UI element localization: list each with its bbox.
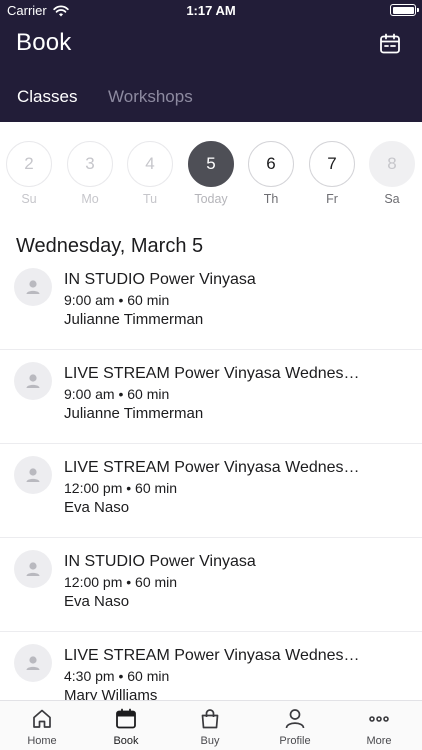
class-name: IN STUDIO Power Vinyasa — [64, 271, 256, 288]
day-tuesday[interactable]: 4 Tu — [126, 141, 174, 206]
person-placeholder-icon — [26, 280, 40, 294]
bag-icon — [201, 709, 219, 729]
class-name: LIVE STREAM Power Vinyasa Wednes… — [64, 647, 360, 664]
tab-label: More — [366, 735, 392, 747]
person-placeholder-icon — [26, 562, 40, 576]
tab-home[interactable]: Home — [0, 707, 84, 747]
class-name: LIVE STREAM Power Vinyasa Wednes… — [64, 459, 360, 476]
day-number: 5 — [188, 141, 234, 187]
day-saturday[interactable]: 8 Sa — [368, 141, 416, 206]
tab-label: Home — [27, 735, 57, 747]
status-bar: Carrier 1:17 AM — [0, 0, 422, 20]
tab-book[interactable]: Book — [84, 707, 168, 747]
class-teacher: Julianne Timmerman — [64, 405, 204, 422]
more-icon — [369, 716, 389, 722]
day-label: Su — [21, 192, 37, 206]
day-monday[interactable]: 3 Mo — [66, 141, 114, 206]
bottom-tab-bar: Home Book Buy Profile More — [0, 700, 422, 750]
avatar — [14, 644, 52, 682]
class-teacher: Eva Naso — [64, 593, 130, 610]
day-number: 6 — [248, 141, 294, 187]
calendar-picker-icon[interactable] — [378, 32, 402, 56]
class-row[interactable]: LIVE STREAM Power Vinyasa Wednes… 9:00 a… — [0, 350, 422, 444]
class-time: 12:00 pm • 60 min — [64, 480, 178, 496]
tab-classes[interactable]: Classes — [17, 87, 77, 107]
day-friday[interactable]: 7 Fr — [308, 141, 356, 206]
class-teacher: Julianne Timmerman — [64, 311, 204, 328]
day-label: Mo — [81, 192, 99, 206]
day-number: 8 — [369, 141, 415, 187]
status-time: 1:17 AM — [186, 3, 236, 18]
class-row[interactable]: LIVE STREAM Power Vinyasa Wednes… 4:30 p… — [0, 632, 422, 700]
person-placeholder-icon — [26, 656, 40, 670]
tab-profile[interactable]: Profile — [253, 707, 337, 747]
person-placeholder-icon — [26, 468, 40, 482]
tab-more[interactable]: More — [337, 707, 421, 747]
avatar — [14, 362, 52, 400]
class-time: 9:00 am • 60 min — [64, 292, 170, 308]
day-selector: 2 Su 3 Mo 4 Tu 5 Today 6 Th 7 Fr 8 Sa — [0, 122, 422, 212]
class-row[interactable]: IN STUDIO Power Vinyasa 12:00 pm • 60 mi… — [0, 538, 422, 632]
person-placeholder-icon — [26, 374, 40, 388]
tab-buy[interactable]: Buy — [168, 707, 252, 747]
calendar-icon — [116, 708, 136, 729]
avatar — [14, 456, 52, 494]
class-time: 9:00 am • 60 min — [64, 386, 170, 402]
class-row[interactable]: LIVE STREAM Power Vinyasa Wednes… 12:00 … — [0, 444, 422, 538]
day-label: Sa — [384, 192, 400, 206]
day-sunday[interactable]: 2 Su — [5, 141, 53, 206]
day-number: 4 — [127, 141, 173, 187]
class-name: IN STUDIO Power Vinyasa — [64, 553, 256, 570]
class-name: LIVE STREAM Power Vinyasa Wednes… — [64, 365, 360, 382]
app-header: Book Classes Workshops — [0, 20, 422, 122]
tab-label: Buy — [200, 735, 220, 747]
class-teacher: Mary Williams — [64, 687, 158, 700]
class-list: IN STUDIO Power Vinyasa 9:00 am • 60 min… — [0, 256, 422, 700]
day-number: 7 — [309, 141, 355, 187]
avatar — [14, 268, 52, 306]
class-row[interactable]: IN STUDIO Power Vinyasa 9:00 am • 60 min… — [0, 256, 422, 350]
day-label: Tu — [142, 192, 158, 206]
day-label: Today — [194, 192, 228, 206]
day-number: 2 — [6, 141, 52, 187]
day-label: Th — [263, 192, 279, 206]
tab-label: Book — [113, 735, 139, 747]
day-number: 3 — [67, 141, 113, 187]
page-title: Book — [16, 29, 72, 56]
tab-workshops[interactable]: Workshops — [108, 87, 193, 107]
person-icon — [285, 709, 305, 729]
tab-strip: Classes Workshops — [0, 80, 422, 122]
class-time: 12:00 pm • 60 min — [64, 574, 178, 590]
class-teacher: Eva Naso — [64, 499, 130, 516]
avatar — [14, 550, 52, 588]
home-icon — [33, 709, 51, 728]
day-thursday[interactable]: 6 Th — [247, 141, 295, 206]
tab-label: Profile — [279, 735, 311, 747]
class-time: 4:30 pm • 60 min — [64, 668, 170, 684]
day-label: Fr — [326, 192, 338, 206]
battery-icon — [390, 4, 419, 16]
date-heading: Wednesday, March 5 — [16, 235, 204, 257]
day-today[interactable]: 5 Today — [187, 141, 235, 206]
